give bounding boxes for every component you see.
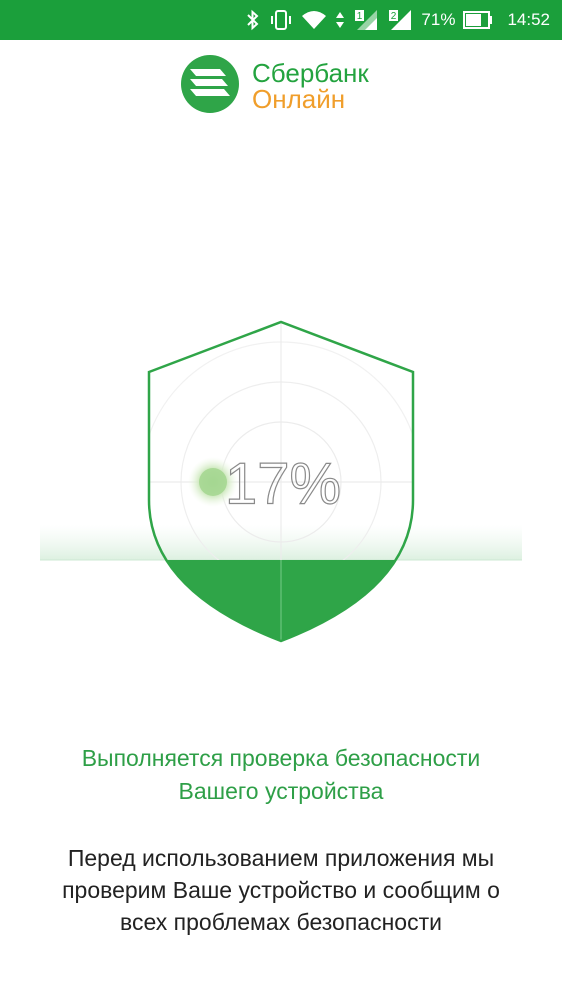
logo-text-sberbank: Сбербанк [252, 58, 369, 88]
logo-text-online: Онлайн [252, 84, 346, 114]
signal-sim2-icon: 2 [387, 8, 413, 32]
sim2-label: 2 [391, 11, 397, 22]
desc-line-3: всех проблемах безопасности [120, 909, 442, 935]
clock: 14:52 [507, 10, 550, 29]
desc-line-1: Перед использованием приложения мы [67, 845, 495, 871]
bluetooth-icon [245, 9, 261, 31]
sberbank-online-logo: Сбербанк Онлайн [180, 54, 390, 119]
scan-progress-fill [149, 560, 413, 641]
data-arrows-icon [335, 9, 345, 31]
scan-description: Перед использованием приложения мы прове… [0, 842, 562, 938]
battery-percent: 71% [421, 10, 456, 29]
vibrate-icon [269, 9, 293, 31]
signal-sim1-icon: 1 [353, 8, 379, 32]
sberbank-logo-icon [180, 54, 240, 119]
scan-progress-percent: 17% [225, 451, 341, 516]
scan-status-title: Выполняется проверка безопасности Вашего… [0, 742, 562, 808]
desc-line-2: проверим Ваше устройство и сообщим о [62, 877, 500, 903]
battery-icon [463, 11, 493, 29]
security-scan-shield: 17% [0, 300, 562, 660]
title-line-1: Выполняется проверка безопасности [81, 745, 481, 771]
sim1-label: 1 [357, 11, 363, 22]
title-line-2: Вашего устройства [178, 778, 384, 804]
status-bar: 1 2 71% 14:52 [0, 0, 562, 40]
wifi-icon [301, 9, 327, 31]
